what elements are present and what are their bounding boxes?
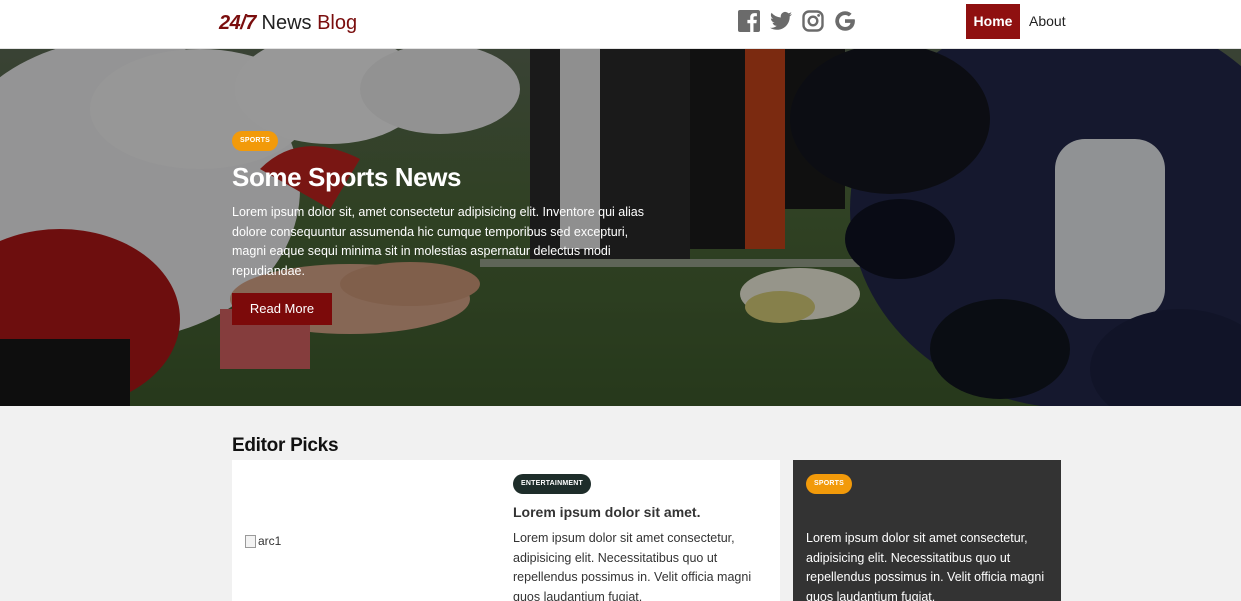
logo-blog: Blog: [317, 12, 358, 34]
sports-category-badge[interactable]: SPORTS: [806, 474, 852, 494]
hero-banner: SPORTS Some Sports News Lorem ipsum dolo…: [0, 49, 1241, 406]
facebook-icon[interactable]: [737, 9, 761, 33]
logo-news: News: [261, 12, 312, 34]
hero-title: Some Sports News: [232, 162, 462, 192]
top-navbar: 24/7 News Blog Home About: [0, 0, 1241, 49]
editor-pick-card[interactable]: arc1 ENTERTAINMENT Lorem ipsum dolor sit…: [232, 460, 780, 601]
article-image: arc1: [245, 534, 281, 548]
nav-home-link[interactable]: Home: [966, 4, 1020, 39]
instagram-icon[interactable]: [801, 9, 825, 33]
article-excerpt: Lorem ipsum dolor sit amet consectetur, …: [513, 531, 752, 601]
side-pick-card[interactable]: SPORTS Lorem ipsum dolor sit amet consec…: [793, 460, 1061, 601]
social-links: [737, 9, 857, 33]
side-card-excerpt: Lorem ipsum dolor sit amet consectetur, …: [806, 531, 1045, 601]
site-logo[interactable]: 24/7 News Blog: [219, 10, 357, 36]
nav-about-link[interactable]: About: [1029, 4, 1066, 39]
twitter-icon[interactable]: [769, 9, 793, 33]
logo-247: 24/7: [219, 12, 256, 34]
image-alt-text: arc1: [258, 534, 282, 548]
broken-image-icon: [245, 534, 256, 548]
article-headline[interactable]: Lorem ipsum dolor sit amet.: [513, 504, 700, 520]
hero-category-badge[interactable]: SPORTS: [232, 131, 278, 151]
read-more-button[interactable]: Read More: [232, 293, 332, 325]
hero-description: Lorem ipsum dolor sit, amet consectetur …: [232, 205, 645, 278]
google-icon[interactable]: [833, 9, 857, 33]
entertainment-category-badge[interactable]: ENTERTAINMENT: [513, 474, 591, 494]
editor-picks-heading: Editor Picks: [232, 435, 339, 456]
